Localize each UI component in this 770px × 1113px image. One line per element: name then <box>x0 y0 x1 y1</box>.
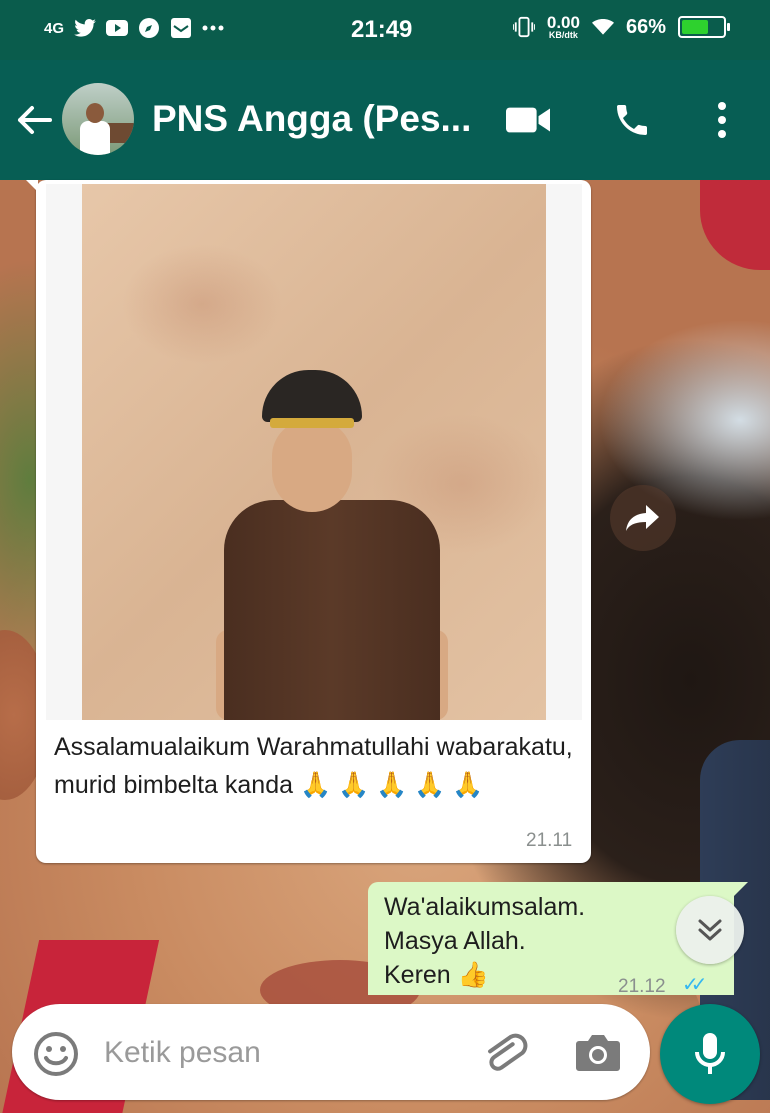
mic-icon <box>695 1033 725 1074</box>
photo-backdrop <box>82 184 546 720</box>
avatar-detail <box>106 123 134 143</box>
paperclip-icon <box>488 1033 528 1071</box>
net-speed: 0.00 KB/dtk <box>547 14 580 40</box>
message-text: Wa'alaikumsalam. Masya Allah. Keren 👍 <box>384 893 586 989</box>
youtube-icon <box>106 17 129 39</box>
forward-icon <box>626 505 659 531</box>
mail-icon <box>170 17 192 39</box>
overflow-menu-icon <box>718 102 726 138</box>
phone-icon <box>617 105 647 135</box>
message-photo[interactable] <box>46 184 582 720</box>
scroll-down-icon <box>698 919 722 941</box>
video-call-icon <box>506 107 550 133</box>
photo-detail <box>262 370 362 428</box>
compass-icon <box>138 17 160 39</box>
battery-level <box>682 20 709 34</box>
forward-button[interactable] <box>610 485 676 551</box>
camera-button[interactable] <box>572 1028 624 1078</box>
message-time: 21.11 <box>526 830 573 851</box>
message-caption: Assalamualaikum Warahmatullahi wabarakat… <box>54 733 573 799</box>
chat-header: PNS Angga (Pes... <box>0 60 770 180</box>
read-ticks-icon: ✓✓ <box>682 974 707 996</box>
back-arrow-icon <box>18 106 52 134</box>
network-type: 4G <box>44 19 65 37</box>
message-composer <box>12 1004 650 1100</box>
wallpaper-shape <box>700 180 770 270</box>
net-speed-unit: KB/dtk <box>548 30 578 40</box>
avatar-detail <box>86 103 104 123</box>
avatar[interactable] <box>62 83 134 155</box>
twitter-icon <box>74 17 96 39</box>
wifi-icon <box>591 16 614 38</box>
status-left: 4G <box>44 17 224 39</box>
photo-detail <box>272 420 352 512</box>
more-icon <box>202 17 224 39</box>
battery-icon <box>678 16 730 38</box>
message-time: 21.12 <box>618 976 666 997</box>
contact-name[interactable]: PNS Angga (Pes... <box>152 98 471 140</box>
battery-percent: 66% <box>625 15 666 38</box>
net-speed-value: 0.00 <box>546 13 580 32</box>
message-input[interactable] <box>102 1022 446 1084</box>
emoji-icon <box>34 1032 78 1076</box>
overflow-menu-button[interactable] <box>700 98 744 142</box>
back-button[interactable] <box>14 100 54 140</box>
vibrate-icon <box>512 16 535 38</box>
status-bar: 4G 21:49 0.00 KB/dtk 66% <box>0 0 770 60</box>
camera-icon <box>576 1035 620 1071</box>
photo-detail <box>224 500 440 720</box>
scroll-to-bottom-button[interactable] <box>676 896 744 964</box>
attach-button[interactable] <box>480 1028 530 1078</box>
incoming-message[interactable]: Assalamualaikum Warahmatullahi wabarakat… <box>26 180 591 863</box>
clock: 21:49 <box>351 16 413 43</box>
voice-record-button[interactable] <box>660 1004 760 1104</box>
status-right: 0.00 KB/dtk 66% <box>512 14 730 40</box>
avatar-detail <box>80 121 110 155</box>
emoji-button[interactable] <box>32 1030 80 1078</box>
video-call-button[interactable] <box>506 98 550 142</box>
voice-call-button[interactable] <box>610 98 654 142</box>
